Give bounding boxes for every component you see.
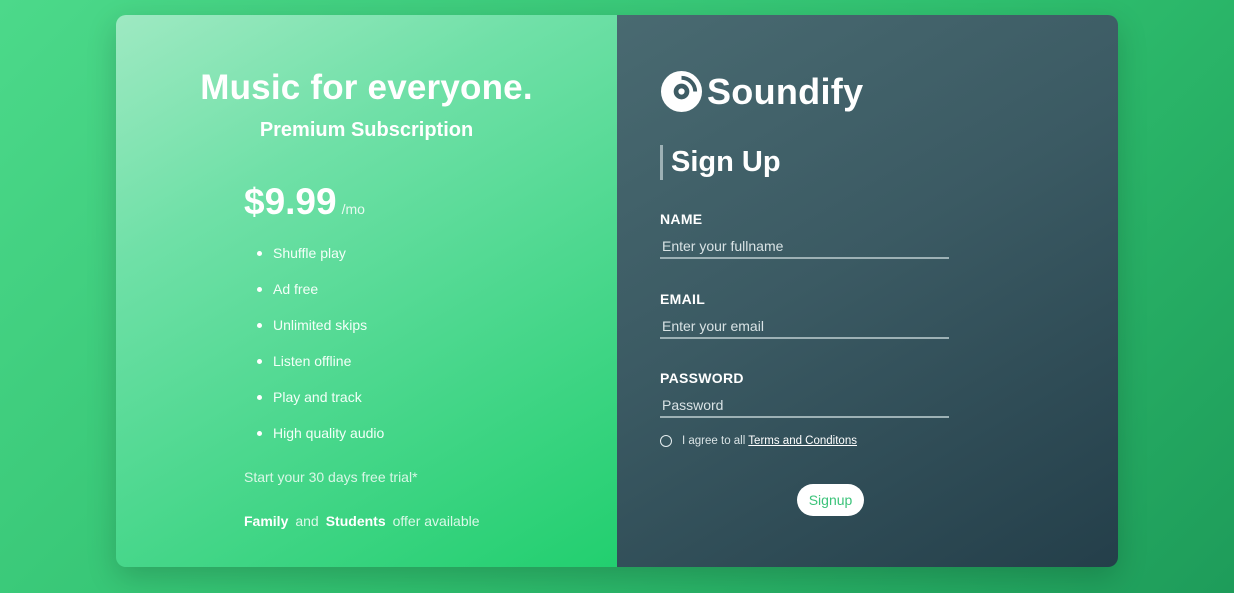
- feature-item: Play and track: [257, 387, 384, 423]
- offer-family: Family: [244, 513, 289, 529]
- promo-panel: Music for everyone. Premium Subscription…: [116, 15, 617, 567]
- promo-headline: Music for everyone.: [200, 68, 533, 107]
- price-amount: $9.99: [244, 181, 337, 222]
- promo-subheadline: Premium Subscription: [259, 119, 474, 141]
- trial-text: Start your 30 days free trial*: [244, 469, 418, 485]
- terms-radio[interactable]: [660, 435, 672, 447]
- password-label: PASSWORD: [660, 370, 744, 386]
- brand-name: Soundify: [707, 70, 864, 112]
- feature-item: Ad free: [257, 279, 384, 315]
- offer-suffix: offer available: [392, 513, 480, 529]
- brand-logo: Soundify: [660, 70, 863, 113]
- terms-link[interactable]: Terms and Conditons: [748, 435, 857, 447]
- signup-button[interactable]: Signup: [797, 484, 864, 516]
- name-field: NAME: [660, 211, 949, 259]
- offer-students: Students: [325, 513, 386, 529]
- email-input[interactable]: [660, 315, 949, 339]
- feature-item: Unlimited skips: [257, 315, 384, 351]
- signup-panel: Soundify Sign Up NAME EMAIL PASSWORD I a…: [617, 15, 1118, 567]
- terms-prefix: I agree to all: [682, 435, 746, 447]
- name-label: NAME: [660, 211, 703, 227]
- feature-item: Shuffle play: [257, 243, 384, 279]
- feature-item: Listen offline: [257, 351, 384, 387]
- password-input[interactable]: [660, 394, 949, 418]
- signup-card: Music for everyone. Premium Subscription…: [116, 15, 1118, 567]
- name-input[interactable]: [660, 235, 949, 259]
- email-label: EMAIL: [660, 291, 706, 307]
- form-title: Sign Up: [660, 145, 781, 180]
- terms-row: I agree to all Terms and Conditons: [660, 435, 857, 447]
- price-row: $9.99 /mo: [244, 181, 365, 223]
- price-period: /mo: [341, 201, 365, 217]
- password-field: PASSWORD: [660, 370, 949, 418]
- feature-item: High quality audio: [257, 423, 384, 459]
- email-field: EMAIL: [660, 291, 949, 339]
- feature-list: Shuffle play Ad free Unlimited skips Lis…: [257, 243, 384, 459]
- offer-and: and: [295, 513, 319, 529]
- disc-icon: [660, 70, 703, 113]
- offer-text: Family and Students offer available: [244, 513, 487, 529]
